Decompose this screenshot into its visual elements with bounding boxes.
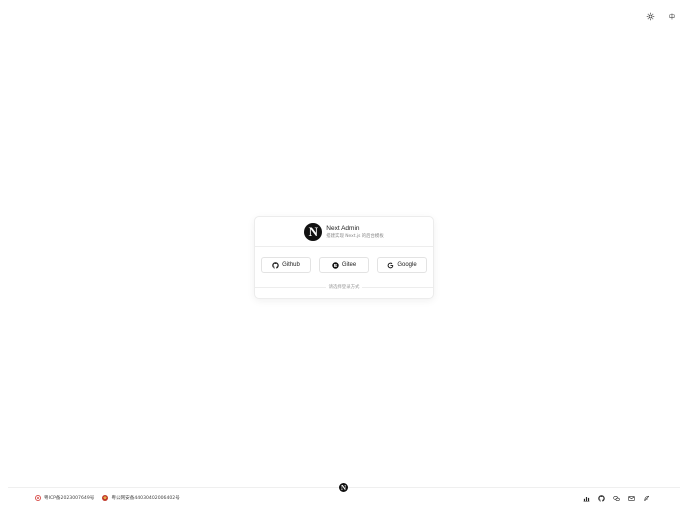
app-title: Next Admin [326,224,360,232]
icp-record-text: 粤ICP备2023007649号 [44,496,95,501]
gitee-login-label: Gitee [341,262,357,268]
language-switch-button[interactable]: 中 [666,10,678,22]
login-divider: 请选择登录方式 [255,283,433,291]
github-login-label: Github [282,262,300,268]
google-icon [387,262,394,269]
app-subtitle: 搭建实现 Next.js 的后台模板 [326,233,384,239]
language-label: 中 [668,13,675,21]
logo-letter: N [308,224,318,239]
login-card-header: N Next Admin 搭建实现 Next.js 的后台模板 [255,217,433,247]
github-login-button[interactable]: Github [261,257,311,273]
top-toolbar: 中 [644,10,678,22]
footer-logo-letter: N [340,483,347,492]
nextjs-logo: N [304,223,323,241]
icp-record-link[interactable]: 粤ICP备2023007649号 [35,495,94,501]
footer-nextjs-logo: N [339,483,348,492]
sun-icon[interactable] [644,10,656,22]
icp-icon [35,495,41,501]
login-page: 中 N Next Admin 搭建实现 Next.js 的后台模板 Github [0,0,688,512]
police-emblem-icon [102,495,109,501]
brand-text: Next Admin 搭建实现 Next.js 的后台模板 [326,225,383,240]
gitee-icon [332,261,339,269]
github-icon [272,261,279,269]
footer-records: 粤ICP备2023007649号 粤公网安备44030402006402号 [35,495,180,501]
stats-icon[interactable] [582,494,590,502]
footer: N 粤ICP备2023007649号 粤公网安备44030402006402号 [8,483,680,510]
login-buttons: Github Gitee Google [255,247,433,273]
login-card: N Next Admin 搭建实现 Next.js 的后台模板 Github G… [254,216,434,299]
mail-icon[interactable] [627,494,635,502]
police-record-text: 粤公网安备44030402006402号 [111,496,180,501]
github-icon[interactable] [597,494,605,502]
wechat-icon[interactable] [612,494,620,502]
google-login-label: Google [397,262,417,268]
footer-links [582,494,650,502]
divider-text: 请选择登录方式 [325,284,363,290]
gitee-login-button[interactable]: Gitee [319,257,369,273]
feather-icon[interactable] [642,494,650,502]
google-login-button[interactable]: Google [377,257,427,273]
police-record-link[interactable]: 粤公网安备44030402006402号 [102,495,180,501]
